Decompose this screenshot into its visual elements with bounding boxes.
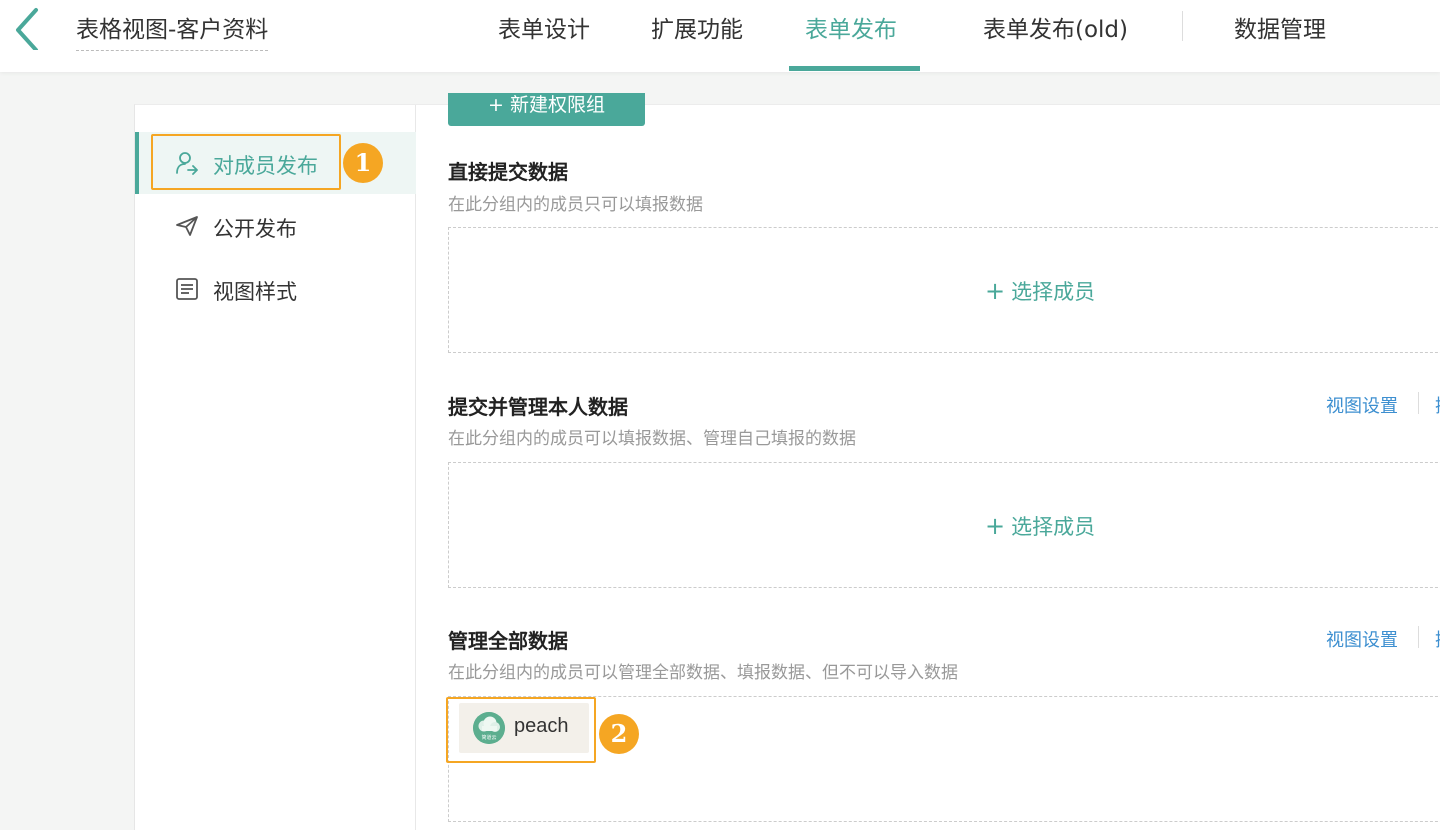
section-description: 在此分组内的成员可以填报数据、管理自己填报的数据 [448,429,856,449]
section-title: 直接提交数据 [448,160,568,184]
operation-link-truncated[interactable]: 操 [1435,626,1440,652]
member-drop-zone: 简道云 peach [448,696,1440,822]
member-drop-zone: + 选择成员 [448,462,1440,588]
sidebar-item-view-style[interactable]: 视图样式 [135,258,416,320]
tab-form-design[interactable]: 表单设计 [498,10,590,44]
highlight-box-1 [151,134,341,190]
tab-form-publish[interactable]: 表单发布 [805,10,897,44]
publish-panel: 对成员发布 公开发布 视图样式 1 + 新建权限组 直接提交数据 在此分组内的成… [134,93,1440,830]
chevron-left-icon [16,8,38,52]
tab-divider [1182,11,1183,41]
step-badge-2: 2 [599,714,639,754]
tab-extensions[interactable]: 扩展功能 [651,10,743,44]
section-title: 提交并管理本人数据 [448,395,628,419]
highlight-box-2 [446,697,596,763]
view-settings-link[interactable]: 视图设置 [1326,626,1398,652]
member-drop-zone: + 选择成员 [448,227,1440,353]
publish-sidebar: 对成员发布 公开发布 视图样式 [135,105,416,830]
sidebar-item-label: 公开发布 [213,217,297,241]
view-settings-link[interactable]: 视图设置 [1326,392,1398,418]
paper-plane-icon [176,216,198,236]
section-description: 在此分组内的成员可以管理全部数据、填报数据、但不可以导入数据 [448,663,958,683]
section-title: 管理全部数据 [448,629,568,653]
tab-data-management[interactable]: 数据管理 [1234,10,1326,44]
tab-form-publish-old[interactable]: 表单发布(old) [983,10,1128,44]
link-divider [1418,392,1419,414]
active-tab-indicator [789,66,920,71]
top-header: 表格视图-客户资料 表单设计 扩展功能 表单发布 表单发布(old) 数据管理 [0,0,1440,72]
section-description: 在此分组内的成员只可以填报数据 [448,195,703,215]
operation-link-truncated[interactable]: 操 [1435,392,1440,418]
select-members-button[interactable]: + 选择成员 [985,511,1095,541]
select-members-button[interactable]: + 选择成员 [985,276,1095,306]
sidebar-item-public-publish[interactable]: 公开发布 [135,195,416,257]
back-button[interactable] [8,6,48,52]
plus-icon: + [985,277,1006,305]
list-document-icon [176,278,198,300]
plus-icon: + [985,512,1006,540]
link-divider [1418,626,1419,648]
form-title[interactable]: 表格视图-客户资料 [76,10,269,51]
sidebar-item-label: 视图样式 [213,280,297,304]
new-permission-group-button[interactable]: + 新建权限组 [448,93,645,126]
step-badge-1: 1 [343,143,383,183]
